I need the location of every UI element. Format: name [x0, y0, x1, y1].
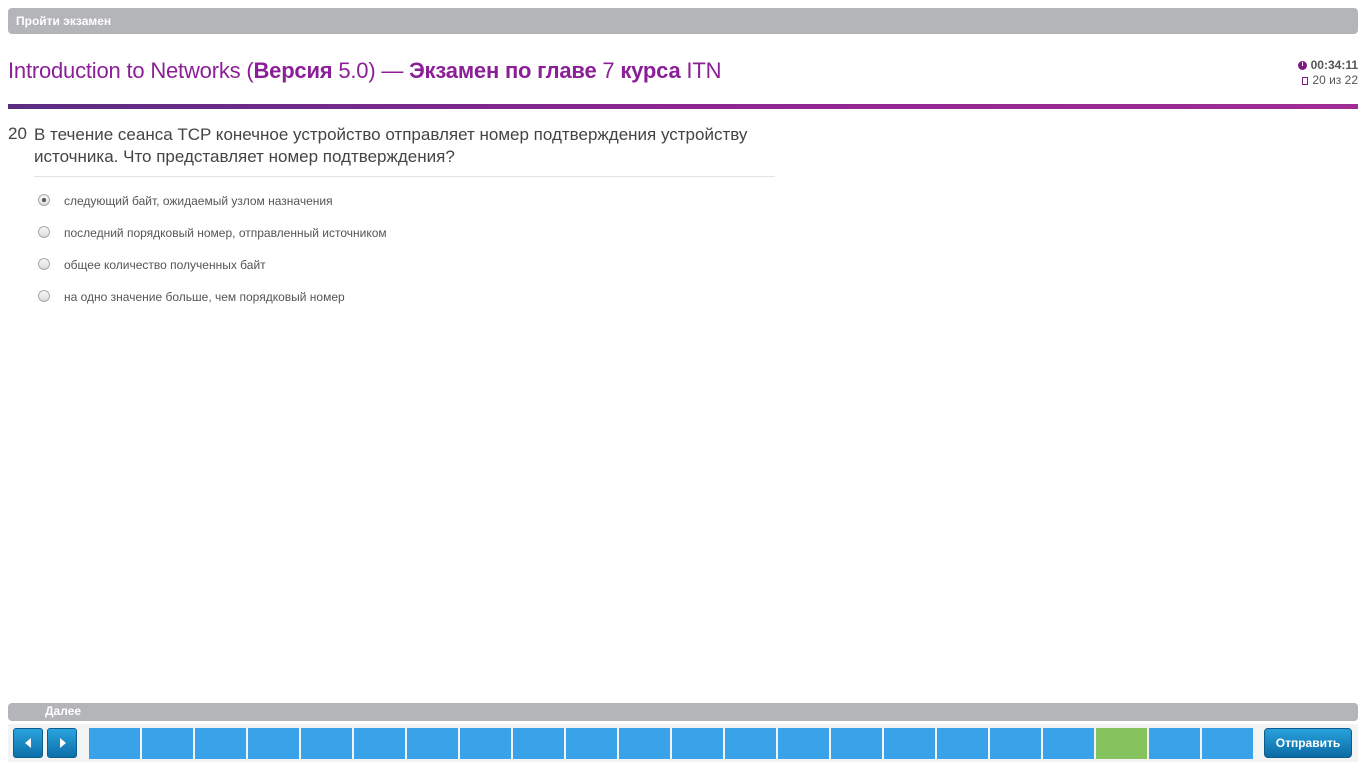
- clock-icon: [1297, 61, 1307, 71]
- question-cell[interactable]: [142, 728, 193, 759]
- question-cell[interactable]: [89, 728, 140, 759]
- radio-button[interactable]: [38, 194, 50, 206]
- answer-label[interactable]: последний порядковый номер, отправленный…: [64, 226, 387, 240]
- question-cell-current[interactable]: [1096, 728, 1147, 759]
- page-title: Introduction to Networks (Версия 5.0) — …: [8, 58, 722, 83]
- timer: 00:34:11: [1310, 58, 1358, 72]
- exam-meta: 00:34:11 20 из 22: [1297, 58, 1358, 88]
- question-cell[interactable]: [248, 728, 299, 759]
- question-cell[interactable]: [1043, 728, 1094, 759]
- radio-button[interactable]: [38, 226, 50, 238]
- exam-header-bar: Пройти экзамен: [8, 8, 1358, 34]
- answer-label[interactable]: следующий байт, ожидаемый узлом назначен…: [64, 194, 333, 208]
- submit-button[interactable]: Отправить: [1264, 728, 1352, 758]
- next-button[interactable]: [47, 728, 77, 758]
- question-cell[interactable]: [513, 728, 564, 759]
- question-cell[interactable]: [1202, 728, 1253, 759]
- footer-bar: Далее: [8, 703, 1358, 721]
- document-icon: [1302, 76, 1309, 85]
- header-bar-label: Пройти экзамен: [16, 14, 112, 28]
- answer-label[interactable]: общее количество полученных байт: [64, 258, 266, 272]
- question-separator: [34, 176, 775, 177]
- previous-button[interactable]: [13, 728, 43, 758]
- next-label[interactable]: Далее: [45, 704, 81, 718]
- question-cell[interactable]: [195, 728, 246, 759]
- arrow-right-icon: [60, 738, 66, 748]
- question-cell[interactable]: [725, 728, 776, 759]
- title-divider: [8, 104, 1358, 109]
- question-cell[interactable]: [460, 728, 511, 759]
- radio-button[interactable]: [38, 258, 50, 270]
- question-cell[interactable]: [407, 728, 458, 759]
- answer-label[interactable]: на одно значение больше, чем порядковый …: [64, 290, 345, 304]
- arrow-left-icon: [25, 738, 31, 748]
- question-progress: 20 из 22: [1312, 73, 1358, 87]
- question-cell[interactable]: [354, 728, 405, 759]
- question-cell[interactable]: [831, 728, 882, 759]
- question-cell[interactable]: [884, 728, 935, 759]
- question-number: 20: [8, 124, 27, 143]
- question-cell[interactable]: [778, 728, 829, 759]
- question-cell[interactable]: [672, 728, 723, 759]
- question-cell[interactable]: [566, 728, 617, 759]
- question-cell[interactable]: [619, 728, 670, 759]
- question-cell[interactable]: [301, 728, 352, 759]
- question-navigator: Отправить: [8, 724, 1358, 762]
- question-text: В течение сеанса TCP конечное устройство…: [34, 125, 748, 166]
- radio-button[interactable]: [38, 290, 50, 302]
- question-cell[interactable]: [937, 728, 988, 759]
- question-cell[interactable]: [1149, 728, 1200, 759]
- question-cell[interactable]: [990, 728, 1041, 759]
